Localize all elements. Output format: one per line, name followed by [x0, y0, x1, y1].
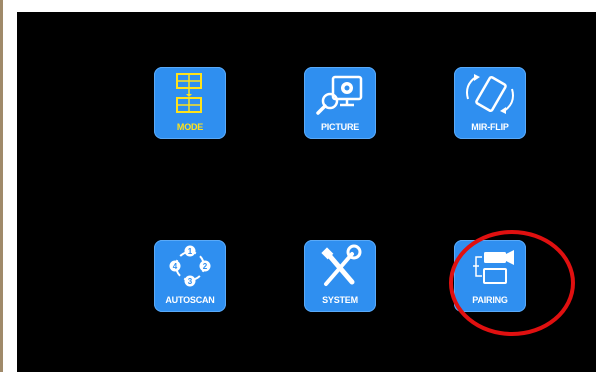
pairing-label: PAIRING [472, 295, 508, 305]
mode-button[interactable]: MODE [154, 67, 226, 139]
system-button[interactable]: SYSTEM [304, 240, 376, 312]
picture-label: PICTURE [320, 122, 360, 132]
mirror-flip-button[interactable]: MIR-FLIP [454, 67, 526, 139]
mode-label: MODE [176, 122, 204, 132]
svg-text:4: 4 [173, 262, 178, 271]
picture-button[interactable]: PICTURE [304, 67, 376, 139]
pairing-button[interactable]: PAIRING [454, 240, 526, 312]
system-label: SYSTEM [322, 295, 358, 305]
mir-flip-label: MIR-FLIP [471, 122, 509, 132]
svg-text:1: 1 [188, 247, 193, 256]
svg-text:2: 2 [203, 262, 208, 271]
monitor-menu-screen: MODE PICTURE MIR-FLIP 1 2 3 4 AUTOSCAN S… [17, 12, 596, 372]
svg-text:3: 3 [188, 277, 193, 286]
autoscan-button[interactable]: 1 2 3 4 AUTOSCAN [154, 240, 226, 312]
autoscan-label: AUTOSCAN [165, 295, 215, 305]
